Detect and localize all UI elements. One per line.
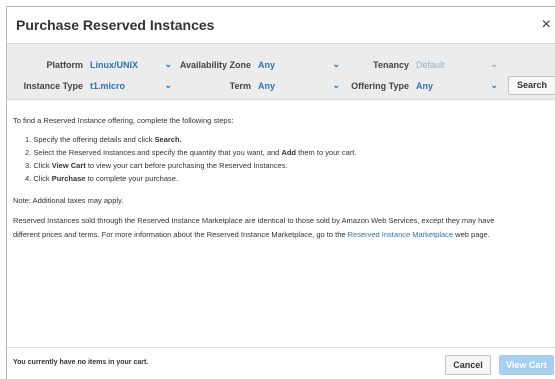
instance-type-value: t1.micro <box>90 81 126 91</box>
step-4: 4. Click Purchase to complete your purch… <box>25 174 179 183</box>
dialog-footer: You currently have no items in your cart… <box>7 347 555 379</box>
platform-label: Platform <box>46 60 83 70</box>
tenancy-value: Default <box>416 60 445 70</box>
chevron-down-icon: ⌄ <box>490 59 498 69</box>
step-1: 1. Specify the offering details and clic… <box>25 135 182 144</box>
platform-select[interactable]: Linux/UNIX ⌄ <box>90 59 172 75</box>
term-label: Term <box>229 81 251 91</box>
offering-type-select[interactable]: Any ⌄ <box>416 80 498 96</box>
intro-text: To find a Reserved Instance offering, co… <box>13 116 234 125</box>
cancel-button[interactable]: Cancel <box>445 355 491 375</box>
chevron-down-icon: ⌄ <box>332 59 340 69</box>
search-button[interactable]: Search <box>508 76 555 95</box>
chevron-down-icon: ⌄ <box>332 80 340 90</box>
view-cart-button[interactable]: View Cart <box>499 355 554 375</box>
term-select[interactable]: Any ⌄ <box>258 80 340 96</box>
availability-zone-select[interactable]: Any ⌄ <box>258 59 340 75</box>
availability-zone-value: Any <box>258 60 276 70</box>
term-value: Any <box>258 81 276 91</box>
instance-type-label: Instance Type <box>23 81 83 91</box>
dialog-header: Purchase Reserved Instances × <box>7 7 555 44</box>
offering-type-label: Offering Type <box>351 81 409 91</box>
purchase-reserved-instances-dialog: Purchase Reserved Instances × Platform L… <box>6 6 555 379</box>
marketplace-text-line-2: different prices and terms. For more inf… <box>13 230 490 239</box>
instance-type-select[interactable]: t1.micro ⌄ <box>90 80 172 96</box>
chevron-down-icon: ⌄ <box>164 80 172 90</box>
note-text: Note: Additional taxes may apply. <box>13 196 124 205</box>
marketplace-text-line-1: Reserved Instances sold through the Rese… <box>13 216 495 225</box>
availability-zone-label: Availability Zone <box>179 60 251 70</box>
platform-value: Linux/UNIX <box>90 60 139 70</box>
empty-cart-text: You currently have no items in your cart… <box>13 359 149 366</box>
chevron-down-icon: ⌄ <box>490 80 498 90</box>
offering-type-value: Any <box>416 81 434 91</box>
step-2: 2. Select the Reserved Instances and spe… <box>25 148 357 157</box>
dialog-title: Purchase Reserved Instances <box>16 17 215 33</box>
tenancy-select[interactable]: Default ⌄ <box>416 59 498 75</box>
chevron-down-icon: ⌄ <box>164 59 172 69</box>
close-icon[interactable]: × <box>542 17 551 33</box>
marketplace-link[interactable]: Reserved Instance Marketplace <box>348 230 453 239</box>
tenancy-label: Tenancy <box>373 60 409 70</box>
filter-panel: Platform Linux/UNIX ⌄ Availability Zone … <box>7 44 555 100</box>
step-3: 3. Click View Cart to view your cart bef… <box>25 161 288 170</box>
